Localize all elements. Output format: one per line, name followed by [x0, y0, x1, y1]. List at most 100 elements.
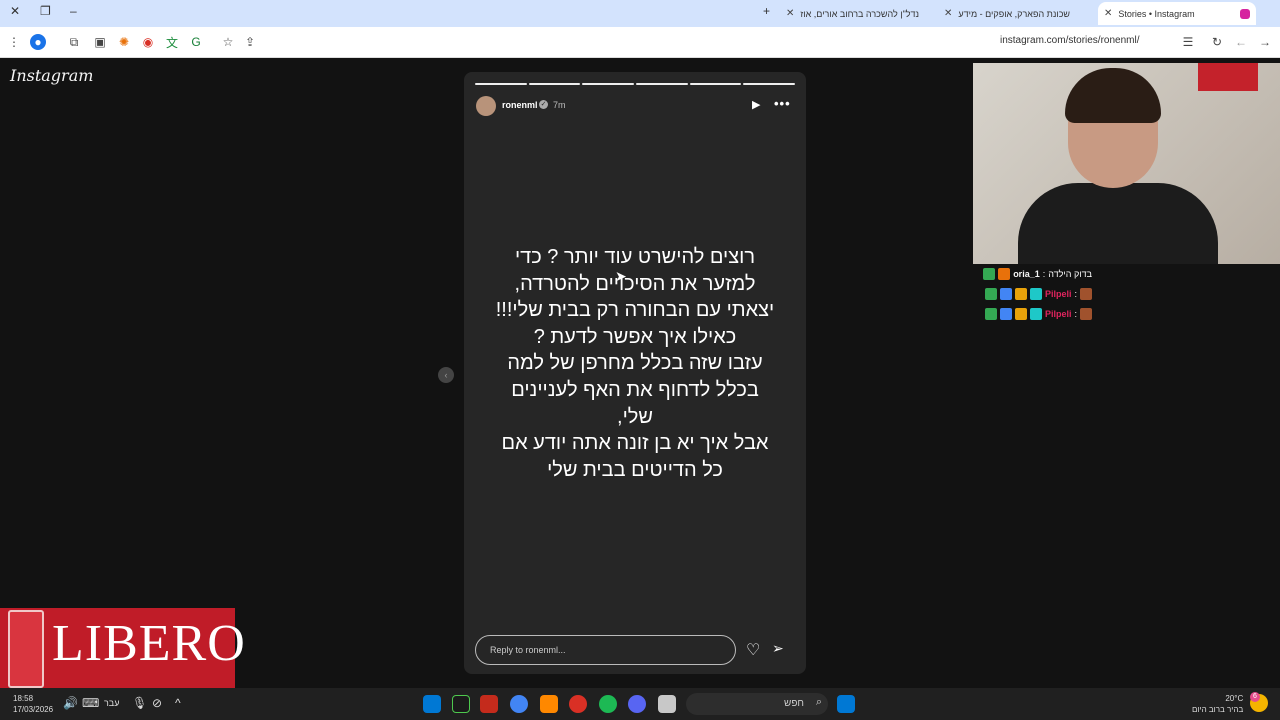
app-icon[interactable]: [569, 695, 587, 713]
grammar-icon[interactable]: G: [188, 34, 204, 50]
badge-icon: [984, 308, 997, 320]
reload-icon[interactable]: ↻: [1209, 34, 1225, 50]
story-text-line: עזבו שזה בכלל מחרפן של למה: [507, 352, 763, 375]
verified-badge-icon: ✓: [539, 100, 548, 109]
tab-search-icon[interactable]: ▣: [92, 34, 108, 50]
instagram-logo[interactable]: Instagram: [10, 66, 93, 85]
chat-message: : Pilpeli: [977, 304, 1092, 324]
forward-icon[interactable]: ←: [1233, 34, 1249, 50]
spotify-icon[interactable]: [599, 695, 617, 713]
task-view-icon[interactable]: [423, 695, 441, 713]
badge-icon: [1029, 308, 1042, 320]
more-options-icon[interactable]: •••: [774, 96, 791, 111]
search-label: חפש: [784, 698, 804, 709]
sponsor-banner: LIBERO: [0, 608, 245, 688]
search-icon: ⌕: [815, 696, 822, 708]
chat-username: oria_1: [1013, 269, 1040, 279]
tab-neighborhood[interactable]: ✕ שכונת הפארק, אופקים - מידע: [944, 2, 1094, 25]
like-heart-icon[interactable]: ♡: [746, 640, 760, 660]
reply-input[interactable]: Reply to ronenml...: [475, 635, 736, 665]
story-username[interactable]: ronenml: [502, 100, 538, 110]
stream-chat-overlay: בדוק הילדה : oria_1 : Pilpeli : Pilpeli: [977, 264, 1092, 324]
badge-icon: [999, 308, 1012, 320]
progress-segment: [475, 83, 527, 85]
story-text-line: רוצים להישרט עוד יותר ? כדי: [514, 246, 756, 268]
bluetooth-off-icon[interactable]: ⊘: [152, 696, 162, 710]
play-icon[interactable]: ▶: [752, 98, 760, 111]
tray-chevron-icon[interactable]: ^: [175, 696, 181, 710]
story-text-line: שלי,: [617, 405, 653, 428]
site-settings-icon[interactable]: ☰: [1180, 34, 1196, 50]
tab-title: Stories • Instagram: [1118, 8, 1195, 19]
tab-instagram-stories[interactable]: ✕ Stories • Instagram: [1098, 2, 1256, 25]
emote-icon: [1080, 308, 1092, 320]
weather-description: בהיר ברוב היום: [1192, 705, 1244, 714]
sponsor-brand: LIBERO: [52, 615, 246, 672]
chat-message: : Pilpeli: [977, 284, 1092, 304]
terminal-icon[interactable]: [452, 695, 470, 713]
streamer-body: [1018, 183, 1218, 264]
microphone-icon[interactable]: 🎙: [132, 696, 147, 710]
profile-icon[interactable]: ●: [30, 34, 46, 50]
weather-widget[interactable]: 20°C בהיר ברוב היום: [1192, 693, 1243, 715]
file-explorer-icon[interactable]: [658, 695, 676, 713]
badge-icon: [983, 268, 996, 280]
close-window-icon[interactable]: ✕: [10, 4, 20, 18]
story-viewer[interactable]: ronenml ✓ 7m ▶ ••• רוצים להישרט עוד יותר…: [464, 72, 806, 674]
extensions-icon[interactable]: ⧉: [66, 34, 82, 50]
bookmark-star-icon[interactable]: ☆: [220, 34, 236, 50]
tab-title: שכונת הפארק, אופקים - מידע: [958, 8, 1070, 19]
badge-icon: [1014, 288, 1027, 300]
story-text: רוצים להישרט עוד יותר ? כדי למזער את הסי…: [482, 244, 788, 483]
story-text-line: למזער את הסיכויים להטרדה,: [514, 272, 756, 295]
avatar[interactable]: [476, 96, 496, 116]
telegram-app-icon[interactable]: [480, 695, 498, 713]
extension-icon[interactable]: ✺: [116, 34, 132, 50]
previous-story-button[interactable]: ‹: [438, 367, 454, 383]
back-icon[interactable]: →: [1257, 34, 1273, 50]
mouse-cursor-icon: ➤: [615, 268, 627, 284]
discord-icon[interactable]: [628, 695, 646, 713]
emote-icon: [1080, 288, 1092, 300]
minimize-window-icon[interactable]: –: [70, 4, 77, 18]
badge-icon: [1014, 308, 1027, 320]
close-tab-icon[interactable]: ✕: [1104, 8, 1112, 19]
story-time: 7m: [553, 100, 566, 110]
restore-window-icon[interactable]: ❐: [40, 4, 51, 18]
clock-time: 18:58: [13, 694, 34, 703]
close-tab-icon[interactable]: ✕: [944, 8, 952, 19]
vlc-icon[interactable]: [540, 695, 558, 713]
instagram-favicon-icon: [1240, 8, 1250, 19]
chrome-icon[interactable]: [510, 695, 528, 713]
windows-start-icon[interactable]: [837, 695, 855, 713]
webcam-overlay: [973, 63, 1280, 264]
volume-icon[interactable]: 🔊: [63, 696, 78, 710]
clock-date: 17/03/2026: [13, 705, 54, 714]
progress-segment: [582, 83, 635, 85]
badge-icon: [998, 268, 1011, 280]
perfume-bottle-image: [8, 610, 44, 688]
new-tab-icon[interactable]: +: [763, 4, 770, 18]
story-text-line: יצאתי עם הבחורה רק בבית שלי!!!: [495, 299, 775, 322]
tab-rental[interactable]: ✕ נדל"ן להשכרה ברחוב אורים, אוז: [786, 2, 936, 25]
network-icon[interactable]: ⌨: [82, 696, 99, 710]
menu-kebab-icon[interactable]: ⋮: [6, 34, 22, 50]
windows-taskbar: 18:58 17/03/2026 🔊 ⌨ עבר 🎙 ⊘ ^ חפש ⌕ 20°…: [0, 688, 1280, 720]
chat-message: בדוק הילדה : oria_1: [977, 264, 1092, 284]
wall-sign: [1198, 63, 1258, 91]
progress-segment: [528, 83, 581, 85]
browser-toolbar: ⋮ ● ⧉ ▣ ✺ ◉ 文 G ☆ ⇪ instagram.com/storie…: [0, 27, 1280, 58]
send-icon[interactable]: ➢: [772, 640, 784, 657]
language-indicator[interactable]: עבר: [104, 698, 119, 708]
extension-icon[interactable]: ◉: [140, 34, 156, 50]
share-icon[interactable]: ⇪: [242, 34, 258, 50]
story-progress-bars: [475, 83, 796, 85]
translate-icon[interactable]: 文: [164, 34, 180, 50]
chat-username: Pilpeli: [1044, 289, 1072, 299]
address-bar[interactable]: instagram.com/stories/ronenml/: [1000, 35, 1140, 46]
close-tab-icon[interactable]: ✕: [786, 8, 794, 19]
story-text-line: כאילו איך אפשר לדעת ?: [533, 325, 737, 348]
temperature: 20°C: [1225, 694, 1244, 703]
taskbar-search[interactable]: חפש ⌕: [686, 693, 828, 715]
system-clock[interactable]: 18:58 17/03/2026: [13, 693, 53, 715]
